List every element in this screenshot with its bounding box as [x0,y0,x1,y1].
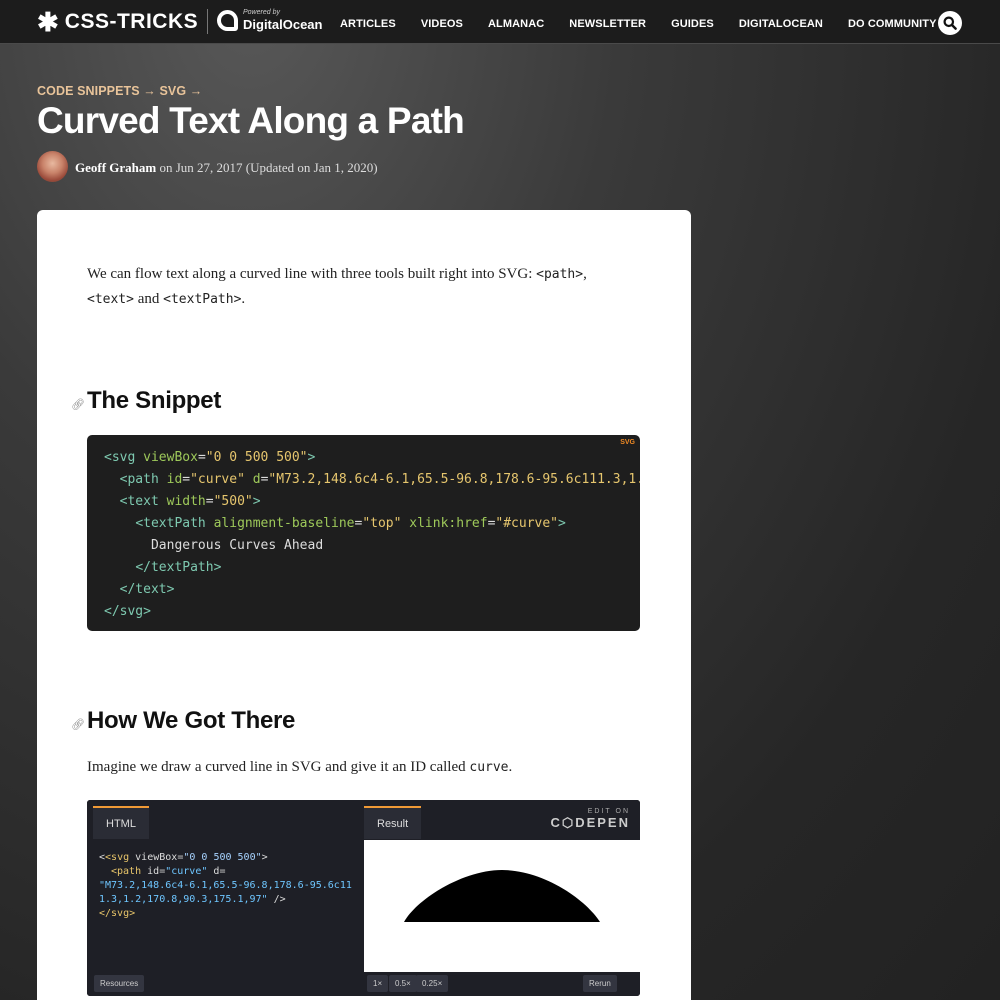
edit-on-label: EDIT ON [587,808,630,815]
digitalocean-icon [217,9,238,31]
code-token: </svg> [104,604,151,619]
edit-on-codepen[interactable]: EDIT ON C⬡DEPEN [550,808,630,831]
page-title: Curved Text Along a Path [37,100,465,141]
curved-shape [404,870,600,922]
code-token: "0 0 500 500" [183,852,262,863]
code-token: id [147,866,160,877]
code-content: <svg viewBox="0 0 500 500"> <path id="cu… [104,447,640,623]
code-token: <svg [105,852,130,863]
rerun-button[interactable]: Rerun [583,975,617,992]
logo-divider [207,9,208,34]
main-nav: ARTICLES VIDEOS ALMANAC NEWSLETTER GUIDE… [340,18,962,30]
code-token: alignment-baseline [213,516,355,531]
code-token: <path [119,472,159,487]
author-name[interactable]: Geoff Graham [75,160,156,175]
code-token: d [252,472,261,487]
intro-paragraph: We can flow text along a curved line wit… [87,266,587,307]
zoom-05x-button[interactable]: 0.5× [389,975,417,992]
code-token: </text> [119,582,175,597]
section-heading-snippet: The Snippet [87,387,222,414]
how-paragraph: Imagine we draw a curved line in SVG and… [87,759,513,775]
post-date: on Jun 27, 2017 (Updated on Jan 1, 2020) [159,160,378,175]
code-token: "top" [362,516,402,531]
section-heading-how: How We Got There [87,707,296,734]
resources-button[interactable]: Resources [94,975,145,992]
code-token: width [166,494,206,509]
intro-and: and [137,291,160,307]
article-card: We can flow text along a curved line wit… [37,210,691,1000]
embed-html-code: <<svg viewBox="0 0 500 500"> <path id="c… [99,852,352,919]
how-text: Imagine we draw a curved line in SVG and… [87,759,466,775]
code-token: </textPath> [135,560,222,575]
code-token: "M73.2,148.6c4-6.1,65.5-96.8,178.6-95.6c… [99,880,352,905]
inline-code: <text> [87,292,134,307]
tab-result[interactable]: Result [364,806,422,839]
code-token: "curve" [165,866,208,877]
search-icon [943,16,957,30]
intro-text: We can flow text along a curved line wit… [87,266,533,282]
inline-code: curve [469,760,509,775]
code-token: id [166,472,183,487]
code-token: <textPath [135,516,206,531]
code-block: SVG <svg viewBox="0 0 500 500"> <path id… [87,435,640,631]
nav-videos[interactable]: VIDEOS [421,18,463,30]
nav-newsletter[interactable]: NEWSLETTER [569,18,646,30]
code-token: "500" [213,494,253,509]
code-token: "curve" [190,472,245,487]
link-icon[interactable]: 🔗︎ [71,718,85,731]
byline: Geoff Graham on Jun 27, 2017 (Updated on… [75,160,378,176]
embed-footer [87,972,640,996]
nav-articles[interactable]: ARTICLES [340,18,396,30]
author-avatar[interactable] [37,151,68,182]
code-token: </svg> [99,908,136,919]
code-token: <svg [104,450,136,465]
breadcrumb[interactable]: CODE SNIPPETS → SVG → [37,84,202,98]
code-token: "#curve" [495,516,559,531]
tab-html[interactable]: HTML [93,806,149,839]
link-icon[interactable]: 🔗︎ [71,398,85,411]
search-button[interactable] [938,11,962,35]
result-pane [364,840,640,972]
nav-digitalocean[interactable]: DIGITALOCEAN [739,18,823,30]
nav-do-community[interactable]: DO COMMUNITY [848,18,937,30]
code-token: <path [111,866,142,877]
top-navigation-bar: ✱ CSS-TRICKS Powered by DigitalOcean ART… [0,0,1000,44]
zoom-1x-button[interactable]: 1× [367,975,389,992]
inline-code: <textPath> [163,292,242,307]
digitalocean-sponsor[interactable]: Powered by DigitalOcean [217,9,322,31]
sponsor-name: DigitalOcean [243,17,323,32]
code-token: /> [273,894,286,905]
code-token: d [213,866,220,877]
nav-guides[interactable]: GUIDES [671,18,714,30]
codepen-logo: C⬡DEPEN [550,815,630,830]
inline-code: <path> [536,267,584,282]
logo-text: CSS-TRICKS [64,10,199,33]
code-token: viewBox [143,450,198,465]
code-token: <text [119,494,159,509]
code-token: "0 0 500 500" [205,450,308,465]
code-language-label: SVG [620,439,635,446]
zoom-025x-button[interactable]: 0.25× [416,975,449,992]
code-token: "M73.2,148.6c4-6.1,65.5-96.8,178.6-95.6c… [268,472,640,487]
asterisk-icon: ✱ [37,7,59,37]
nav-almanac[interactable]: ALMANAC [488,18,544,30]
site-logo[interactable]: ✱ CSS-TRICKS [37,7,199,37]
codepen-embed: HTML Result EDIT ON C⬡DEPEN <<svg viewBo… [87,800,640,996]
code-token: viewBox [135,852,178,863]
code-token: xlink:href [409,516,488,531]
code-token: Dangerous Curves Ahead [150,538,324,553]
powered-by-label: Powered by [243,9,280,16]
